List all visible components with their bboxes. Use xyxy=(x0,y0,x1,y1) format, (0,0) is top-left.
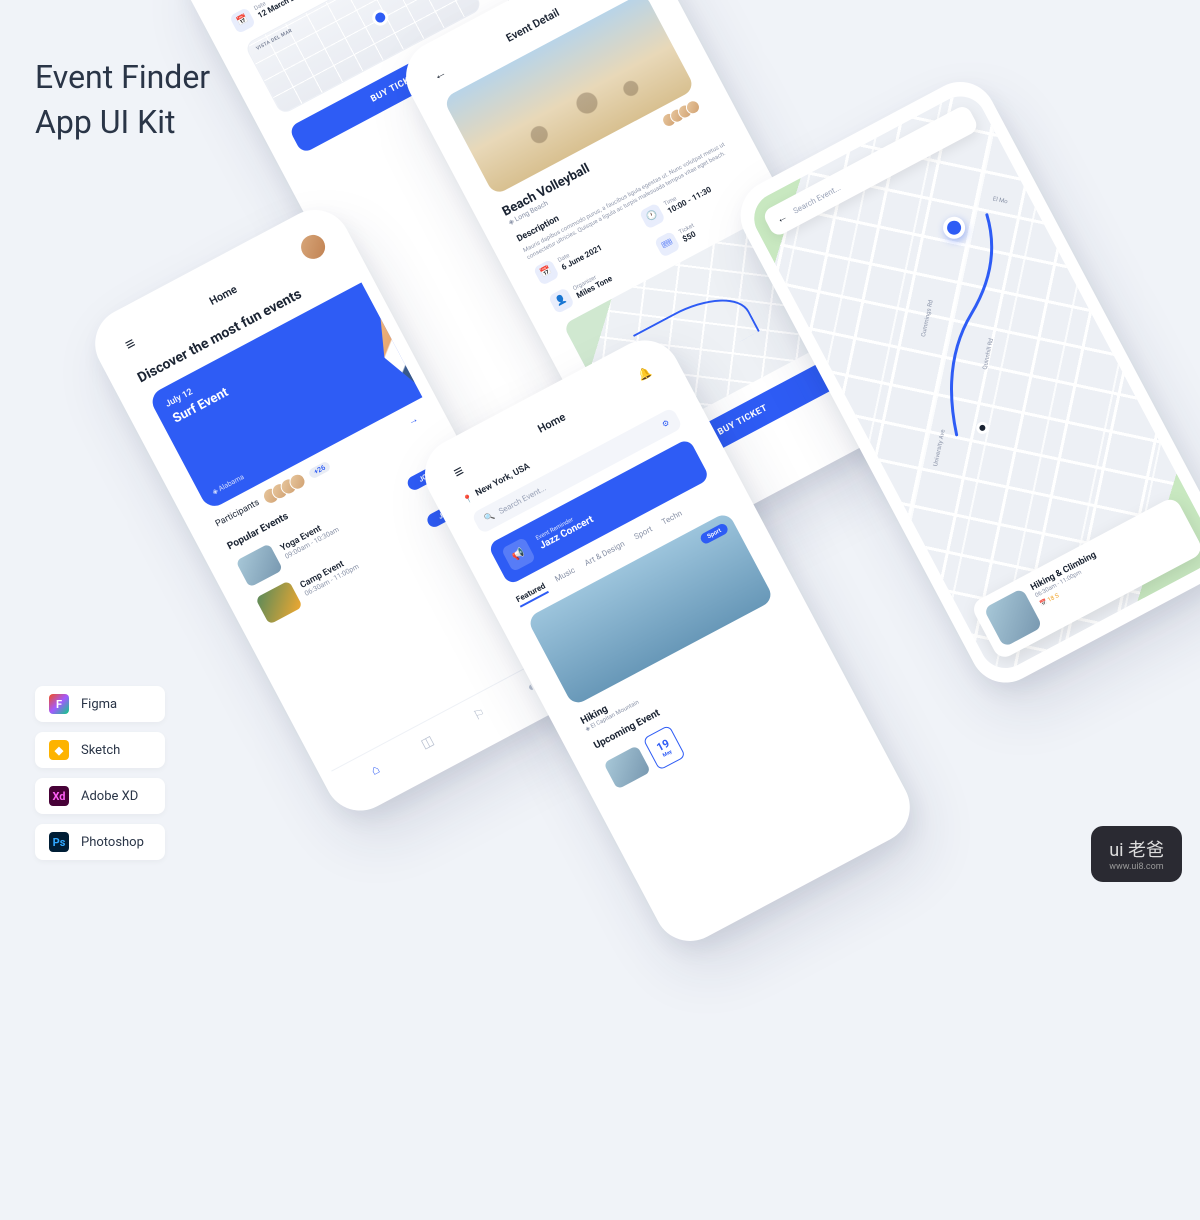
arrow-button[interactable]: → xyxy=(406,413,420,427)
plus-badge: +26 xyxy=(308,460,332,479)
sport-badge: Sport xyxy=(699,522,730,545)
date-pill: 19 May xyxy=(643,725,686,771)
hero-location: ◈ Alabama xyxy=(211,473,246,496)
tab-music[interactable]: Music xyxy=(553,565,578,587)
header-title: Home xyxy=(535,410,567,435)
watermark-brand: ui 老爸 xyxy=(1109,840,1164,861)
menu-icon[interactable] xyxy=(447,460,471,484)
nav-map-icon[interactable]: ⚐ xyxy=(467,702,491,726)
nav-ticket-icon[interactable]: ◫ xyxy=(415,730,439,754)
tab-featured[interactable]: Featured xyxy=(515,581,549,607)
tab-tech[interactable]: Techn xyxy=(660,509,685,531)
nav-home-icon[interactable]: ⌂ xyxy=(363,758,387,782)
watermark: ui 老爸 www.ui8.com xyxy=(1091,826,1182,882)
ticket-icon: 🎟 xyxy=(654,231,681,258)
title-line-1: Event Finder xyxy=(35,58,210,96)
header-title: Home xyxy=(207,282,239,307)
avatar[interactable] xyxy=(297,231,329,263)
watermark-url: www.ui8.com xyxy=(1109,862,1164,872)
back-icon[interactable] xyxy=(428,62,452,86)
calendar-icon: 📅 xyxy=(533,259,560,286)
event-thumb xyxy=(255,581,303,625)
calendar-icon: 📅 xyxy=(229,7,256,34)
event-thumb xyxy=(603,745,651,789)
map-pin-icon xyxy=(370,7,392,29)
map-label: VISTA DEL MAR xyxy=(255,28,293,52)
clock-icon: 🕐 xyxy=(639,202,666,229)
megaphone-icon: 📢 xyxy=(501,537,536,572)
bell-icon[interactable] xyxy=(632,361,656,385)
menu-icon[interactable] xyxy=(118,332,142,356)
filter-icon[interactable]: ⚙ xyxy=(660,418,671,429)
street-label: El Mo xyxy=(992,195,1008,205)
search-icon: 🔍 xyxy=(483,511,496,524)
user-icon: 👤 xyxy=(548,287,575,314)
tab-sport[interactable]: Sport xyxy=(633,524,656,545)
event-thumb xyxy=(983,588,1043,648)
header-title: Event Detail xyxy=(504,5,562,44)
